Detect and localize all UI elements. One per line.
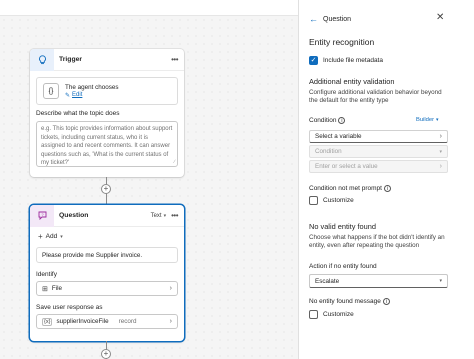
variable-icon: {x}	[42, 317, 53, 326]
save-variable-select[interactable]: {x} supplierInvoiceFile record ›	[36, 314, 178, 329]
checkbox-unchecked-icon	[309, 196, 318, 205]
question-node[interactable]: ? Question Text ▾ ••• + Add ▾ Please pro…	[30, 204, 184, 341]
trigger-node-header: Trigger •••	[30, 48, 184, 71]
not-met-customize-checkbox[interactable]: Customize	[309, 196, 354, 205]
question-type-label[interactable]: Text	[151, 213, 162, 219]
topic-description-textarea[interactable]: e.g. This topic provides information abo…	[36, 121, 178, 167]
chevron-right-icon: ›	[169, 318, 172, 325]
chevron-right-icon: ›	[169, 285, 172, 292]
select-variable-field[interactable]: Select a variable ›	[309, 130, 448, 143]
describe-label: Describe what the topic does	[36, 110, 120, 117]
chevron-down-icon: ▾	[439, 148, 442, 155]
no-entity-customize-label: Customize	[323, 311, 354, 318]
validation-title: Additional entity validation	[309, 77, 395, 86]
trigger-title: Trigger	[59, 56, 83, 63]
no-entity-msg-label: No entity found message	[309, 298, 381, 305]
select-variable-text: Select a variable	[315, 133, 362, 140]
not-met-label-row: Condition not met prompt i	[309, 185, 391, 192]
canvas-toolbar	[0, 0, 298, 16]
variable-type: record	[118, 318, 137, 325]
grid-icon: ⊞	[42, 285, 48, 293]
properties-panel: ← Question ✕ Entity recognition ✓ Includ…	[298, 0, 474, 359]
lightbulb-icon	[30, 48, 54, 71]
no-valid-title: No valid entity found	[309, 222, 376, 231]
include-metadata-checkbox[interactable]: ✓ Include file metadata	[309, 56, 383, 65]
include-metadata-label: Include file metadata	[323, 57, 383, 64]
chevron-down-icon: ▾	[60, 233, 63, 240]
chevron-right-icon: ›	[439, 133, 442, 140]
question-node-header: ? Question Text ▾ •••	[30, 204, 184, 227]
info-icon[interactable]: i	[338, 117, 346, 124]
chevron-down-icon: ▾	[436, 117, 439, 123]
info-icon[interactable]: i	[383, 185, 391, 192]
question-message-text: Please provide me Supplier invoice.	[42, 251, 143, 259]
panel-title: Entity recognition	[309, 37, 375, 47]
not-met-customize-label: Customize	[323, 197, 354, 204]
condition-placeholder: Condition	[315, 148, 342, 155]
code-braces-icon: {}	[43, 83, 59, 99]
panel-breadcrumb: Question	[323, 15, 352, 23]
trigger-more-icon[interactable]: •••	[171, 55, 178, 64]
trigger-card[interactable]: {} The agent chooses ✎ Edit	[36, 77, 178, 105]
question-title: Question	[59, 212, 89, 219]
save-response-label: Save user response as	[36, 304, 103, 311]
action-select[interactable]: Escalate ▾	[309, 274, 448, 288]
close-icon[interactable]: ✕	[436, 12, 444, 23]
plus-icon: +	[38, 232, 43, 241]
resize-handle-icon[interactable]: ∕	[174, 158, 175, 167]
not-met-label: Condition not met prompt	[309, 185, 382, 192]
add-message-button[interactable]: + Add ▾	[38, 232, 184, 241]
action-value: Escalate	[315, 277, 340, 285]
builder-dropdown[interactable]: Builder ▾	[416, 117, 439, 123]
checkbox-unchecked-icon	[309, 310, 318, 319]
question-chat-icon: ?	[30, 204, 54, 227]
identify-value: File	[51, 285, 63, 292]
chevron-right-icon: ›	[439, 163, 442, 170]
topic-description-placeholder: e.g. This topic provides information abo…	[41, 126, 173, 166]
identify-label: Identify	[36, 271, 57, 278]
chevron-down-icon[interactable]: ▾	[164, 213, 167, 219]
no-entity-msg-row: No entity found message i	[309, 298, 390, 305]
arrow-left-icon: ←	[309, 14, 318, 24]
question-more-icon[interactable]: •••	[171, 211, 178, 220]
chevron-down-icon: ▾	[439, 278, 442, 284]
trigger-edit-link[interactable]: Edit	[72, 92, 82, 98]
svg-text:?: ?	[41, 212, 44, 217]
no-entity-customize-checkbox[interactable]: Customize	[309, 310, 354, 319]
add-node-button-bottom[interactable]: +	[101, 349, 111, 359]
condition-field: Condition ▾	[309, 145, 448, 158]
action-label: Action if no entity found	[309, 263, 377, 270]
trigger-card-title: The agent chooses	[65, 83, 119, 91]
builder-label: Builder	[416, 117, 435, 123]
identify-select[interactable]: ⊞ File ›	[36, 281, 178, 296]
no-valid-description: Choose what happens if the bot didn't id…	[309, 234, 445, 250]
info-icon[interactable]: i	[382, 298, 390, 305]
pencil-icon: ✎	[65, 92, 71, 99]
panel-back-button[interactable]: ← Question	[309, 14, 351, 24]
condition-label-row: Condition i	[309, 117, 346, 124]
checkbox-checked-icon: ✓	[309, 56, 318, 65]
validation-description: Configure additional validation behavior…	[309, 89, 442, 105]
add-label: Add	[45, 233, 58, 240]
trigger-node[interactable]: Trigger ••• {} The agent chooses ✎ Edit …	[30, 48, 184, 177]
value-placeholder: Enter or select a value	[315, 163, 378, 170]
add-node-button[interactable]: +	[101, 184, 111, 194]
condition-label: Condition	[309, 117, 337, 124]
variable-name: supplierInvoiceFile	[56, 318, 109, 325]
question-message[interactable]: Please provide me Supplier invoice.	[36, 247, 178, 263]
value-field: Enter or select a value ›	[309, 160, 448, 173]
